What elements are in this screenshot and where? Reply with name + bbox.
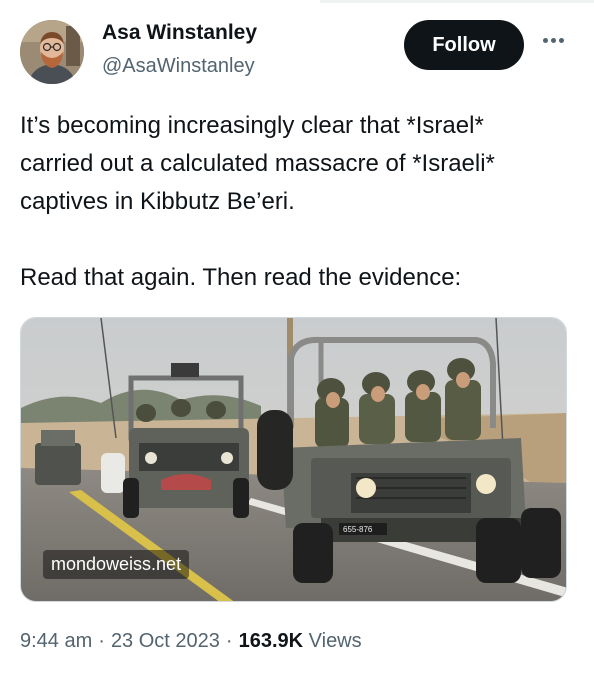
- avatar[interactable]: [20, 20, 84, 84]
- views-count[interactable]: 163.9K: [239, 630, 304, 652]
- author-handle[interactable]: @AsaWinstanley: [102, 55, 255, 78]
- meta-separator: ·: [225, 630, 233, 652]
- more-dot: [550, 37, 556, 43]
- avatar-image: [20, 20, 84, 84]
- more-dot: [558, 37, 564, 43]
- tweet-date[interactable]: 23 Oct 2023: [111, 630, 220, 652]
- license-plate: 655-876: [343, 525, 373, 534]
- more-dot: [542, 37, 548, 43]
- more-options-icon[interactable]: [538, 30, 568, 50]
- tweet-time[interactable]: 9:44 am: [20, 630, 92, 652]
- author-name[interactable]: Asa Winstanley: [102, 21, 257, 45]
- media-watermark: mondoweiss.net: [43, 550, 190, 579]
- views-label: Views: [308, 630, 362, 652]
- follow-button[interactable]: Follow: [404, 20, 524, 70]
- top-divider: [320, 0, 594, 3]
- tweet-text: It’s becoming increasingly clear that *I…: [20, 112, 495, 291]
- tweet-meta: 9:44 am · 23 Oct 2023 · 163.9K Views: [20, 630, 362, 653]
- meta-separator: ·: [98, 630, 105, 652]
